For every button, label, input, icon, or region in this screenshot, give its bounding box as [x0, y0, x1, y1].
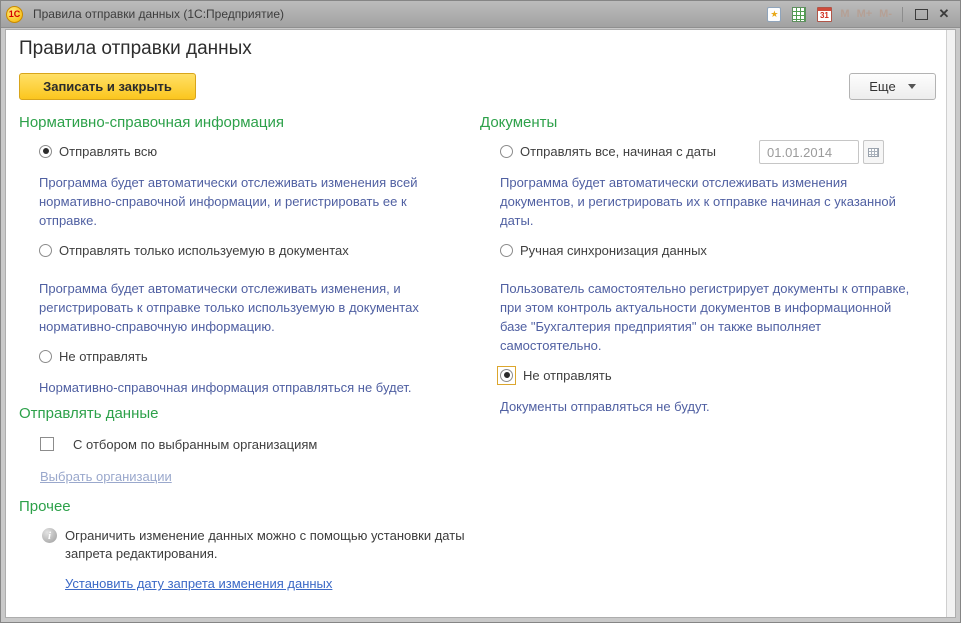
chevron-down-icon: [908, 84, 916, 89]
more-button[interactable]: Еще: [849, 73, 936, 100]
send-data-heading: Отправлять данные: [19, 405, 475, 422]
info-icon: i: [42, 528, 57, 543]
date-picker-button[interactable]: [863, 140, 884, 164]
radio-icon: [39, 244, 52, 257]
memory-m-minus-button: M-: [879, 8, 892, 20]
docs-do-not-send-description: Документы отправляться не будут.: [500, 397, 920, 416]
radio-label: Отправлять всю: [59, 144, 157, 159]
radio-label: Отправлять только используемую в докумен…: [59, 243, 349, 258]
docs-manual-sync-description: Пользователь самостоятельно регистрирует…: [500, 279, 920, 355]
documents-section: Документы Отправлять все, начиная с даты…: [480, 114, 936, 424]
nsi-send-all-description: Программа будет автоматически отслеживат…: [39, 173, 459, 230]
more-button-label: Еще: [869, 79, 895, 94]
memory-m-button: M: [840, 8, 849, 20]
radio-icon: [500, 369, 513, 382]
start-date-field-group: [759, 140, 884, 164]
nsi-do-not-send-description: Нормативно-справочная информация отправл…: [39, 378, 459, 397]
radio-icon: [500, 244, 513, 257]
radio-icon: [500, 145, 513, 158]
window-title: Правила отправки данных (1С:Предприятие): [33, 7, 765, 21]
vertical-scrollbar[interactable]: [946, 30, 955, 617]
nsi-section: Нормативно-справочная информация Отправл…: [19, 114, 475, 593]
other-heading: Прочее: [19, 498, 475, 515]
radio-icon: [39, 350, 52, 363]
window-titlebar[interactable]: 1С Правила отправки данных (1С:Предприят…: [1, 1, 960, 28]
page-title: Правила отправки данных: [19, 38, 252, 60]
start-date-input[interactable]: [759, 140, 859, 164]
calendar-grid-icon: [868, 148, 879, 157]
bookmark-icon[interactable]: ★: [765, 6, 783, 23]
radio-label: Отправлять все, начиная с даты: [520, 144, 716, 159]
radio-label: Не отправлять: [59, 349, 148, 364]
nsi-heading: Нормативно-справочная информация: [19, 114, 475, 131]
star-icon: ★: [767, 7, 781, 22]
radio-nsi-send-used-only[interactable]: Отправлять только используемую в докумен…: [39, 242, 475, 258]
set-restriction-date-link[interactable]: Установить дату запрета изменения данных: [65, 576, 332, 591]
documents-heading: Документы: [480, 114, 936, 131]
titlebar-divider: [902, 7, 903, 22]
select-organizations-link[interactable]: Выбрать организации: [40, 469, 172, 484]
restriction-note: i Ограничить изменение данных можно с по…: [42, 527, 475, 563]
radio-icon: [39, 145, 52, 158]
filter-by-orgs-checkbox[interactable]: С отбором по выбранным организациям: [40, 436, 475, 452]
radio-docs-do-not-send[interactable]: Не отправлять: [500, 367, 936, 383]
1c-logo-icon: 1С: [6, 6, 23, 23]
memory-m-plus-button: M+: [857, 8, 873, 20]
checkbox-icon: [40, 437, 54, 451]
calendar-icon[interactable]: 31: [815, 6, 833, 23]
radio-docs-manual-sync[interactable]: Ручная синхронизация данных: [500, 242, 936, 258]
focus-outline: [497, 366, 516, 385]
maximize-button[interactable]: [913, 7, 929, 21]
close-button[interactable]: [936, 6, 952, 22]
radio-nsi-do-not-send[interactable]: Не отправлять: [39, 348, 475, 364]
docs-send-all-description: Программа будет автоматически отслеживат…: [500, 173, 920, 230]
app-window: 1С Правила отправки данных (1С:Предприят…: [0, 0, 961, 623]
save-close-button[interactable]: Записать и закрыть: [19, 73, 196, 100]
nsi-send-used-description: Программа будет автоматически отслеживат…: [39, 279, 459, 336]
calculator-icon[interactable]: [790, 6, 808, 23]
checkbox-label: С отбором по выбранным организациям: [73, 437, 317, 452]
radio-label: Не отправлять: [523, 368, 612, 383]
form-content: Правила отправки данных Записать и закры…: [5, 29, 956, 618]
radio-label: Ручная синхронизация данных: [520, 243, 707, 258]
restriction-note-text: Ограничить изменение данных можно с помо…: [65, 527, 475, 563]
radio-nsi-send-all[interactable]: Отправлять всю: [39, 143, 475, 159]
